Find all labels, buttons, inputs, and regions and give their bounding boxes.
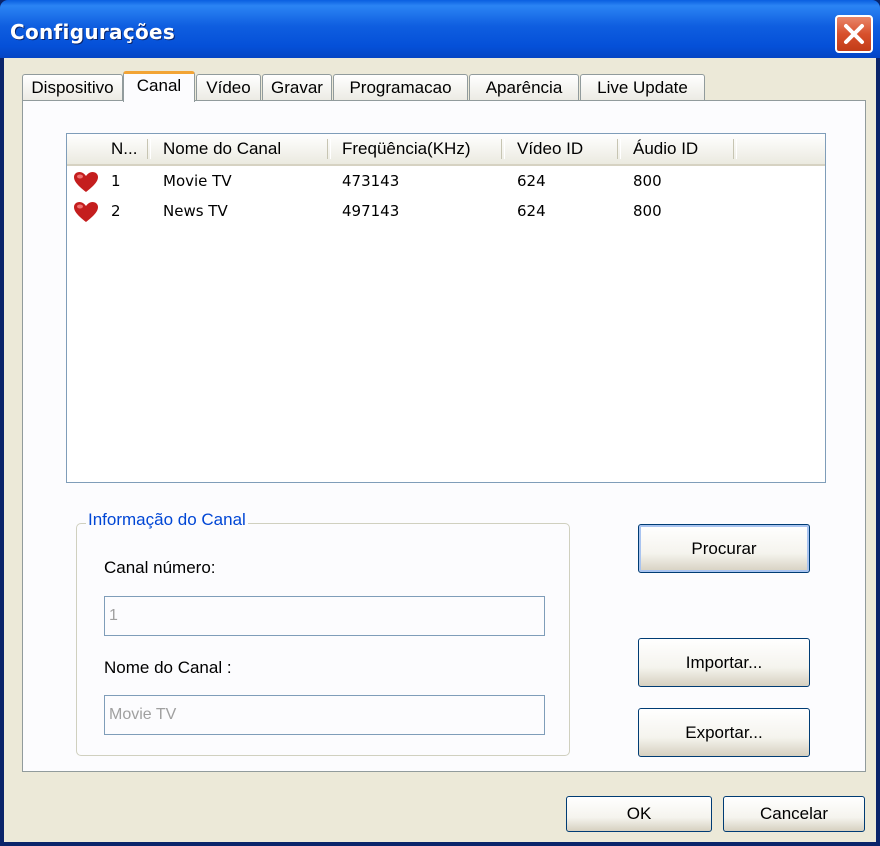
tab-aparencia[interactable]: Aparência bbox=[469, 74, 579, 100]
tab-programacao[interactable]: Programacao bbox=[333, 74, 468, 100]
channel-audio-id: 800 bbox=[633, 172, 662, 190]
channel-name-field[interactable] bbox=[104, 695, 545, 735]
column-divider[interactable] bbox=[617, 139, 621, 159]
column-divider[interactable] bbox=[733, 139, 737, 159]
channel-list[interactable]: N... Nome do Canal Freqüência(KHz) Vídeo… bbox=[66, 133, 826, 483]
channel-video-id: 624 bbox=[517, 202, 546, 220]
column-header-frequency[interactable]: Freqüência(KHz) bbox=[342, 134, 471, 164]
tab-gravar[interactable]: Gravar bbox=[262, 74, 332, 100]
channel-name: Movie TV bbox=[163, 172, 232, 190]
channel-frequency: 497143 bbox=[342, 202, 400, 220]
tab-video[interactable]: Vídeo bbox=[196, 74, 261, 100]
title-bar[interactable]: Configurações bbox=[0, 0, 880, 58]
channel-number: 2 bbox=[111, 202, 121, 220]
column-header-audio-id[interactable]: Áudio ID bbox=[633, 134, 698, 164]
search-button[interactable]: Procurar bbox=[638, 524, 810, 573]
column-divider[interactable] bbox=[147, 139, 151, 159]
heart-icon bbox=[74, 202, 98, 222]
export-button[interactable]: Exportar... bbox=[638, 708, 810, 757]
column-divider[interactable] bbox=[327, 139, 331, 159]
channel-number-label: Canal número: bbox=[104, 558, 216, 577]
channel-name: News TV bbox=[163, 202, 228, 220]
channel-number: 1 bbox=[111, 172, 121, 190]
channel-row[interactable]: 1 Movie TV 473143 624 800 bbox=[67, 167, 825, 195]
channel-info-legend: Informação do Canal bbox=[86, 510, 248, 530]
channel-row[interactable]: 2 News TV 497143 624 800 bbox=[67, 197, 825, 225]
channel-name-label: Nome do Canal : bbox=[104, 658, 232, 677]
ok-button[interactable]: OK bbox=[566, 796, 712, 832]
column-divider[interactable] bbox=[501, 139, 505, 159]
tab-dispositivo[interactable]: Dispositivo bbox=[22, 74, 123, 100]
channel-list-header: N... Nome do Canal Freqüência(KHz) Vídeo… bbox=[67, 134, 825, 166]
close-icon bbox=[844, 24, 864, 44]
channel-number-field[interactable] bbox=[104, 596, 545, 636]
dialog-body: Dispositivo Canal Vídeo Gravar Programac… bbox=[4, 58, 876, 842]
heart-icon bbox=[74, 172, 98, 192]
channel-audio-id: 800 bbox=[633, 202, 662, 220]
column-header-name[interactable]: Nome do Canal bbox=[163, 134, 281, 164]
tab-canal[interactable]: Canal bbox=[123, 71, 195, 102]
import-button[interactable]: Importar... bbox=[638, 638, 810, 687]
close-button[interactable] bbox=[835, 15, 873, 53]
tab-live-update[interactable]: Live Update bbox=[580, 74, 705, 100]
column-header-video-id[interactable]: Vídeo ID bbox=[517, 134, 583, 164]
channel-video-id: 624 bbox=[517, 172, 546, 190]
window-title: Configurações bbox=[10, 20, 176, 44]
settings-window: Configurações Dispositivo Canal Vídeo Gr… bbox=[0, 0, 880, 846]
cancel-button[interactable]: Cancelar bbox=[723, 796, 865, 832]
channel-frequency: 473143 bbox=[342, 172, 400, 190]
column-header-number[interactable]: N... bbox=[111, 134, 137, 164]
